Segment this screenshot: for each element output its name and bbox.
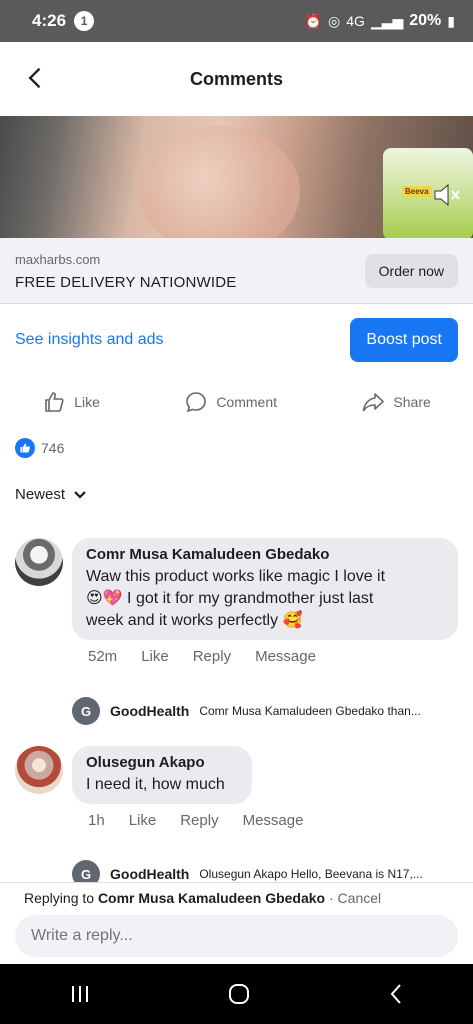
comment-message-button[interactable]: Message <box>255 648 316 665</box>
chevron-down-icon <box>74 490 86 499</box>
like-reaction-icon <box>15 438 35 458</box>
sort-label: Newest <box>15 486 66 503</box>
back-icon[interactable] <box>386 982 406 1006</box>
reaction-count: 746 <box>41 440 65 456</box>
recent-apps-icon[interactable] <box>68 984 92 1004</box>
post-actions: Like Comment Share <box>0 382 473 422</box>
reply-text: Olusegun Akapo Hello, Beevana is N17,... <box>199 867 423 881</box>
reply-composer: Replying to Comr Musa Kamaludeen Gbedako… <box>0 882 473 964</box>
boost-post-button[interactable]: Boost post <box>350 318 458 362</box>
chevron-left-icon[interactable] <box>22 64 50 92</box>
alarm-icon: ⏰ <box>304 12 323 29</box>
status-icons: ⏰ ◎ 4G ▁▃▅ 20% ▮ <box>305 12 455 30</box>
comment-sort-dropdown[interactable]: Newest <box>15 486 87 503</box>
insights-row: See insights and ads Boost post <box>0 304 473 376</box>
share-label: Share <box>393 394 431 410</box>
reply-text: Comr Musa Kamaludeen Gbedako than... <box>199 704 421 718</box>
replying-prefix: Replying to <box>24 890 95 906</box>
notification-count-badge: 1 <box>74 11 95 31</box>
reply-author: GoodHealth <box>110 703 190 719</box>
avatar: G <box>72 697 100 725</box>
comment-action[interactable]: Comment <box>184 390 277 414</box>
comment-text-line: week and it works perfectly 🥰 <box>86 612 303 629</box>
signal-icon: ▁▃▅ <box>370 12 404 29</box>
ad-link-bar[interactable]: maxharbs.com FREE DELIVERY NATIONWIDE Or… <box>0 238 473 304</box>
comment-text-line: 😍💖 I got it for my grandmother just last <box>86 590 374 607</box>
reaction-summary[interactable]: 746 <box>15 438 64 458</box>
header: Comments <box>0 42 473 116</box>
replying-to-indicator: Replying to Comr Musa Kamaludeen Gbedako… <box>24 890 381 906</box>
comment-icon <box>186 392 207 413</box>
reply-author: GoodHealth <box>110 866 190 882</box>
video-frame <box>140 126 300 238</box>
reply-preview[interactable]: G GoodHealth Comr Musa Kamaludeen Gbedak… <box>72 697 472 725</box>
thumbs-up-icon <box>45 392 64 412</box>
comment-text: I need it, how much <box>86 776 225 793</box>
comment-bubble[interactable]: Olusegun Akapo I need it, how much <box>72 746 252 804</box>
comment-author[interactable]: Olusegun Akapo <box>86 754 238 771</box>
system-nav-bar <box>0 964 473 1024</box>
ad-video[interactable]: Beeva <box>0 116 473 238</box>
home-icon[interactable] <box>227 982 251 1006</box>
comment-bubble[interactable]: Comr Musa Kamaludeen Gbedako Waw this pr… <box>72 538 458 640</box>
comment-meta: 52m Like Reply Message <box>88 648 316 665</box>
comment-like-button[interactable]: Like <box>141 648 169 665</box>
battery-icon: ▮ <box>447 12 455 29</box>
status-bar: 4:26 1 ⏰ ◎ 4G ▁▃▅ 20% ▮ <box>0 0 473 42</box>
battery-level: 20% <box>409 12 442 29</box>
comment-reply-button[interactable]: Reply <box>180 812 218 829</box>
comment-message-button[interactable]: Message <box>243 812 304 829</box>
reply-input[interactable] <box>15 915 458 957</box>
order-now-button[interactable]: Order now <box>364 254 458 288</box>
network-label: 4G <box>346 13 365 29</box>
comment-like-button[interactable]: Like <box>129 812 157 829</box>
mute-icon[interactable] <box>432 182 462 208</box>
share-icon <box>363 393 385 412</box>
comment-text: Waw this product works like magic I love… <box>86 566 444 632</box>
page-title: Comments <box>189 68 283 89</box>
comment-reply-button[interactable]: Reply <box>193 648 231 665</box>
share-action[interactable]: Share <box>361 390 431 414</box>
product-label: Beeva <box>402 186 432 197</box>
see-insights-link[interactable]: See insights and ads <box>15 331 164 349</box>
ad-domain: maxharbs.com <box>15 252 101 267</box>
comment-meta: 1h Like Reply Message <box>88 812 303 829</box>
hotspot-icon: ◎ <box>328 12 341 29</box>
comment-label: Comment <box>216 394 277 410</box>
comment-time: 1h <box>88 812 105 829</box>
comment-text-line: Waw this product works like magic I love… <box>86 568 386 585</box>
replying-name: Comr Musa Kamaludeen Gbedako <box>97 890 326 906</box>
ad-headline: FREE DELIVERY NATIONWIDE <box>15 274 237 291</box>
comment-author[interactable]: Comr Musa Kamaludeen Gbedako <box>86 546 444 563</box>
status-time: 4:26 <box>32 11 67 30</box>
like-label: Like <box>74 394 100 410</box>
avatar[interactable] <box>15 538 63 586</box>
cancel-reply-button[interactable]: · Cancel <box>329 890 381 906</box>
like-action[interactable]: Like <box>42 390 100 414</box>
avatar[interactable] <box>15 746 63 794</box>
comment-time: 52m <box>88 648 118 665</box>
